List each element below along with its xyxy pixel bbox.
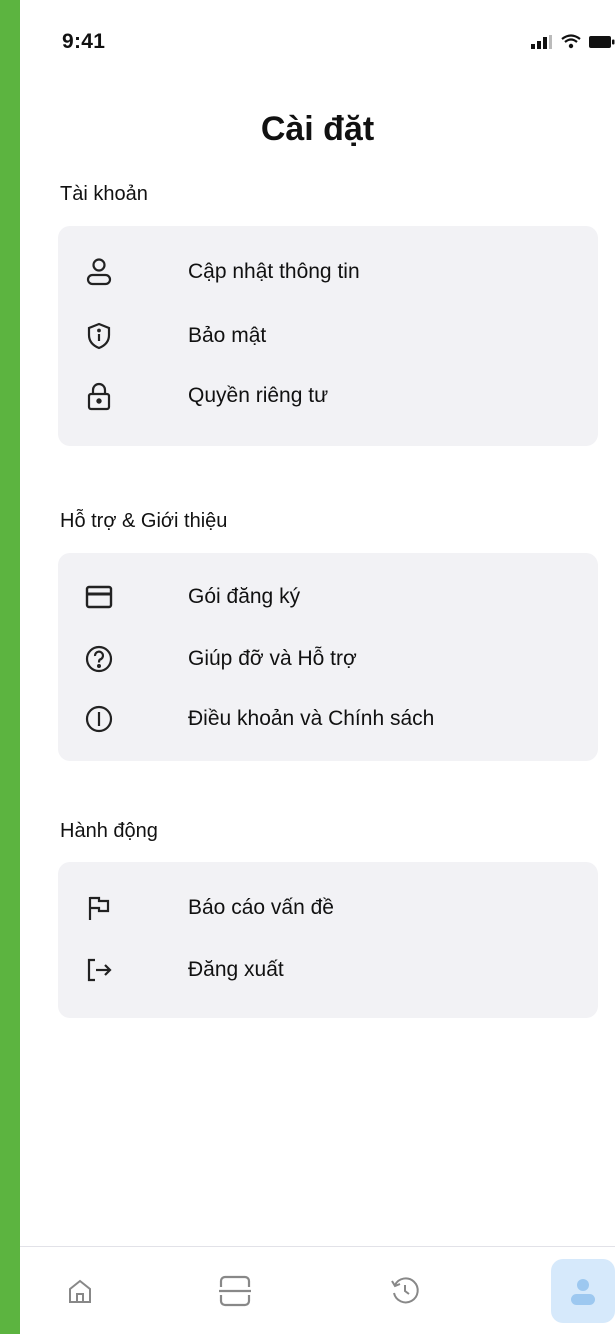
settings-item-terms[interactable]: Điều khoản và Chính sách: [58, 689, 598, 749]
history-icon: [389, 1275, 421, 1307]
settings-item-label: Bảo mật: [188, 324, 267, 347]
account-card: Cập nhật thông tin Bảo mật Quyền riêng t…: [58, 226, 598, 446]
home-icon: [65, 1276, 95, 1306]
section-title-support: Hỗ trợ & Giới thiệu: [60, 510, 228, 532]
user-icon: [84, 257, 114, 287]
status-time: 9:41: [62, 30, 106, 53]
settings-item-label: Cập nhật thông tin: [188, 260, 360, 283]
status-icons: [531, 34, 615, 49]
logout-icon: [84, 955, 114, 985]
page-title: Cài đặt: [260, 110, 375, 148]
info-circle-icon: [84, 704, 114, 734]
shield-icon: [84, 321, 114, 351]
tab-history[interactable]: [375, 1259, 435, 1323]
support-card: Gói đăng ký Giúp đỡ và Hỗ trợ Điều khoản…: [58, 553, 598, 761]
tab-scan[interactable]: [205, 1259, 265, 1323]
settings-item-privacy[interactable]: Quyền riêng tư: [58, 366, 598, 426]
status-bar: 9:41: [62, 30, 615, 60]
settings-item-logout[interactable]: Đăng xuất: [58, 940, 598, 1000]
section-title-actions: Hành động: [60, 820, 158, 842]
settings-item-label: Điều khoản và Chính sách: [188, 707, 435, 730]
settings-item-label: Gói đăng ký: [188, 585, 301, 608]
help-circle-icon: [84, 644, 114, 674]
settings-item-subscription[interactable]: Gói đăng ký: [58, 567, 598, 627]
section-title-account: Tài khoản: [60, 183, 148, 205]
profile-icon: [566, 1274, 600, 1308]
settings-item-help[interactable]: Giúp đỡ và Hỗ trợ: [58, 629, 598, 689]
signal-icon: [531, 34, 553, 49]
settings-item-label: Báo cáo vấn đề: [188, 896, 334, 919]
settings-item-label: Giúp đỡ và Hỗ trợ: [188, 647, 357, 670]
credit-card-icon: [84, 582, 114, 612]
tab-home[interactable]: [50, 1259, 110, 1323]
flag-icon: [84, 893, 114, 923]
settings-item-label: Đăng xuất: [188, 958, 284, 981]
settings-screen: 9:41 Cài đặt Tài khoản Cập nhật thông ti…: [20, 0, 615, 1334]
tab-profile[interactable]: [551, 1259, 615, 1323]
settings-item-security[interactable]: Bảo mật: [58, 306, 598, 366]
settings-item-update-info[interactable]: Cập nhật thông tin: [58, 242, 598, 302]
settings-item-report[interactable]: Báo cáo vấn đề: [58, 878, 598, 938]
tab-bar: [20, 1246, 615, 1334]
battery-icon: [589, 35, 615, 49]
scan-icon: [216, 1272, 254, 1310]
wifi-icon: [561, 34, 581, 49]
actions-card: Báo cáo vấn đề Đăng xuất: [58, 862, 598, 1018]
lock-icon: [84, 381, 114, 411]
settings-item-label: Quyền riêng tư: [188, 384, 329, 407]
